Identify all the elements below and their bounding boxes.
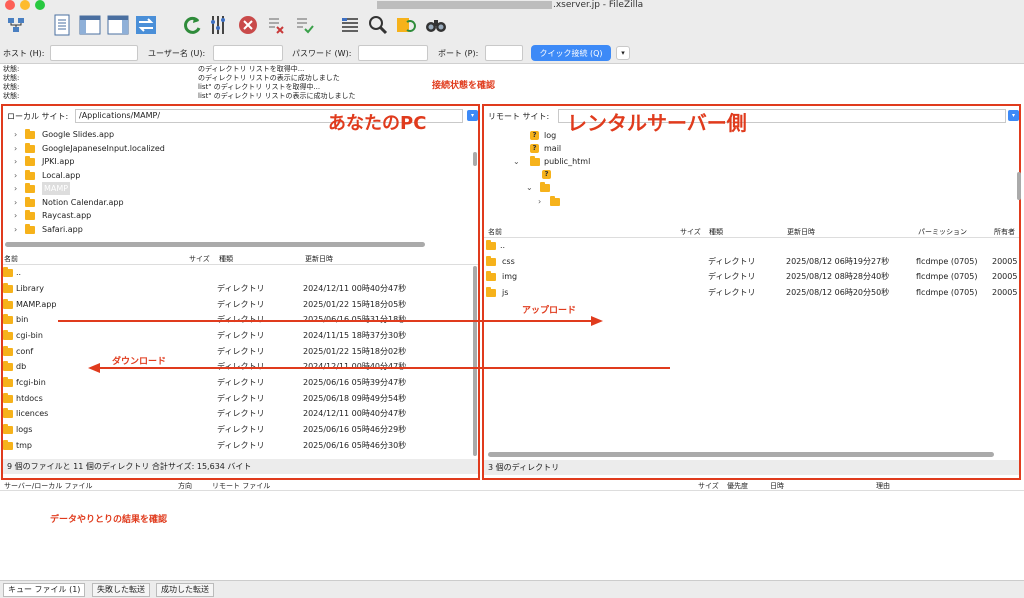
upload-arrow-head <box>591 316 603 326</box>
queue-header: サーバー/ローカル ファイル 方向 リモート ファイル サイズ 優先度 日時 理… <box>0 481 1024 491</box>
upload-annotation: アップロード <box>522 306 577 316</box>
queue-column-file[interactable]: サーバー/ローカル ファイル <box>4 481 93 491</box>
queue-column-time[interactable]: 日時 <box>770 481 784 491</box>
tab-successful-transfers[interactable]: 成功した転送 <box>156 583 214 597</box>
queue-tabs: キュー ファイル (1) 失敗した転送 成功した転送 <box>0 580 1024 598</box>
queue-column-size[interactable]: サイズ <box>698 481 719 491</box>
tab-failed-transfers[interactable]: 失敗した転送 <box>92 583 150 597</box>
transfer-arrows <box>58 316 670 373</box>
queue-column-direction[interactable]: 方向 <box>178 481 192 491</box>
queue-column-reason[interactable]: 理由 <box>876 481 890 491</box>
queue-column-priority[interactable]: 優先度 <box>727 481 748 491</box>
download-annotation: ダウンロード <box>112 357 167 367</box>
result-annotation: データやりとりの結果を確認 <box>50 515 168 525</box>
download-arrow-head <box>88 363 100 373</box>
tab-queued-files[interactable]: キュー ファイル (1) <box>3 583 86 597</box>
queue-column-remote[interactable]: リモート ファイル <box>212 481 270 491</box>
